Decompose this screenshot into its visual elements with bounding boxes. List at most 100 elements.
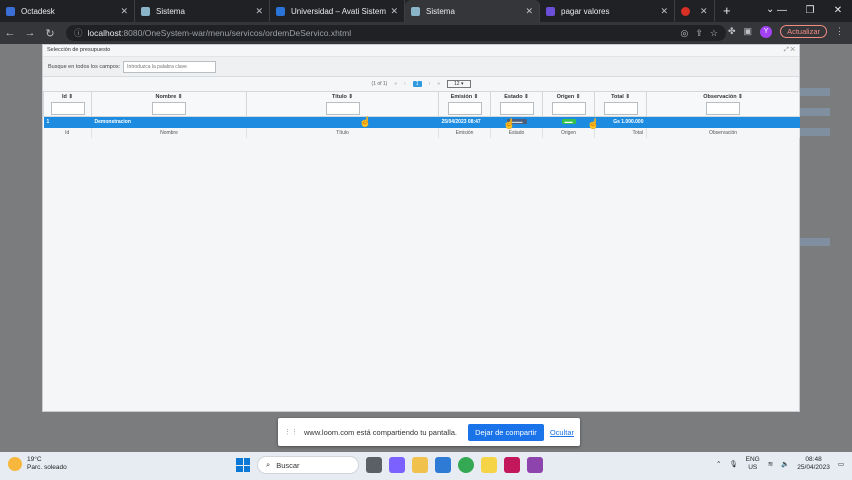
column-observacion[interactable]: Observación ⇕: [646, 91, 800, 117]
windows-start-icon[interactable]: [236, 458, 250, 472]
paginator: (1 of 1) « ‹ 1 › » 12 ▾: [43, 78, 799, 90]
chevron-up-icon[interactable]: ⌃: [716, 460, 721, 468]
sticky-notes-icon[interactable]: [481, 457, 497, 473]
tab-universidad[interactable]: Universidad – Avati Sistemas ✕: [270, 0, 405, 22]
column-id[interactable]: Id ⇕: [43, 91, 92, 117]
tab-recording[interactable]: ✕: [675, 0, 715, 22]
column-titulo[interactable]: Título ⇕: [246, 91, 439, 117]
close-icon[interactable]: ✕: [255, 6, 263, 17]
volume-icon[interactable]: 🔈: [781, 460, 789, 468]
update-button[interactable]: Actualizar: [780, 25, 827, 38]
cell-observacion: [646, 116, 800, 128]
store-icon[interactable]: [435, 457, 451, 473]
app-icon[interactable]: [504, 457, 520, 473]
rows-per-page-select[interactable]: 12 ▾: [447, 80, 471, 88]
stop-sharing-button[interactable]: Dejar de compartir: [468, 423, 544, 441]
language-region: US: [748, 464, 758, 471]
tab-strip: Octadesk ✕ Sistema ✕ Universidad – Avati…: [0, 0, 852, 22]
new-tab-button[interactable]: +: [715, 0, 739, 22]
tab-sistema-active[interactable]: Sistema ✕: [405, 0, 540, 22]
footer-titulo: Título: [246, 127, 439, 138]
column-nombre[interactable]: Nombre ⇕: [91, 91, 247, 117]
back-icon[interactable]: ←: [0, 27, 20, 39]
column-estado[interactable]: Estado ⇕: [490, 91, 543, 117]
page-icon: [411, 6, 420, 16]
language-indicator[interactable]: ENG US: [746, 456, 760, 472]
column-origen[interactable]: Origen ⇕: [542, 91, 595, 117]
wifi-icon[interactable]: ≋: [768, 460, 773, 468]
origen-filter-input[interactable]: [551, 102, 586, 115]
close-icon[interactable]: ✕: [700, 6, 708, 17]
estado-filter-input[interactable]: [499, 102, 534, 115]
tab-octadesk[interactable]: Octadesk ✕: [0, 0, 135, 22]
tab-sistema[interactable]: Sistema ✕: [135, 0, 270, 22]
total-filter-input[interactable]: [603, 102, 638, 115]
maximize-icon[interactable]: ❐: [796, 0, 824, 22]
tab-label: pagar valores: [561, 6, 610, 16]
page-1-button[interactable]: 1: [412, 81, 422, 87]
maximize-icon[interactable]: ⤢: [784, 47, 789, 53]
search-input[interactable]: [123, 60, 217, 73]
emision-filter-input[interactable]: [447, 102, 482, 115]
bookmark-star-icon[interactable]: ☆: [710, 25, 718, 41]
forward-icon[interactable]: →: [20, 27, 40, 39]
microphone-icon[interactable]: 🎙: [729, 460, 737, 468]
google-lens-icon[interactable]: ◎: [681, 25, 689, 41]
close-icon[interactable]: ✕: [120, 6, 128, 17]
system-tray: ⌃ 🎙 ENG US ≋ 🔈 08:48 25/04/2023 ▭: [716, 456, 844, 472]
column-total[interactable]: Total ⇕: [594, 91, 647, 117]
teams-icon[interactable]: [389, 457, 405, 473]
table-row[interactable]: 1 Demonstracion 25/04/2023 08:47 ▬▬▬ ▬▬ …: [43, 116, 800, 128]
minimize-icon[interactable]: —: [768, 0, 796, 22]
avatar[interactable]: Y: [760, 25, 773, 38]
close-window-icon[interactable]: ✕: [824, 0, 852, 22]
hide-button[interactable]: Ocultar: [550, 428, 574, 437]
column-label: Id ⇕: [61, 94, 74, 100]
winrar-icon[interactable]: [527, 457, 543, 473]
taskbar-search[interactable]: ⌕ Buscar: [257, 456, 359, 474]
address-bar[interactable]: ⓘ localhost :8080/OneSystem-war/menu/ser…: [66, 25, 726, 41]
clock[interactable]: 08:48 25/04/2023: [797, 456, 830, 472]
url-host: localhost: [87, 28, 122, 38]
next-page-button[interactable]: ›: [429, 81, 431, 87]
cell-nombre: Demonstracion: [91, 116, 247, 128]
reload-icon[interactable]: ↻: [40, 27, 60, 40]
column-emision[interactable]: Emisión ⇕: [438, 91, 491, 117]
pagar-icon: [546, 6, 555, 16]
sidepanel-icon[interactable]: ▣: [744, 26, 753, 37]
budget-table: Id ⇕ Nombre ⇕ Título ⇕ Emisión ⇕ Estado …: [43, 91, 800, 138]
tab-pagar-valores[interactable]: pagar valores ✕: [540, 0, 675, 22]
titulo-filter-input[interactable]: [325, 102, 360, 115]
rows-per-page-value: 12: [454, 81, 460, 87]
search-label: Busque en todos los campos:: [48, 63, 121, 70]
task-view-icon[interactable]: [366, 457, 382, 473]
file-explorer-icon[interactable]: [412, 457, 428, 473]
footer-estado: Estado: [490, 127, 543, 138]
weather-condition: Parc. soleado: [27, 464, 67, 471]
close-icon[interactable]: ✕: [525, 6, 533, 17]
clock-date: 25/04/2023: [797, 464, 830, 471]
share-icon[interactable]: ⇪: [695, 25, 703, 41]
close-icon[interactable]: ✕: [390, 6, 398, 17]
last-page-button[interactable]: »: [437, 81, 440, 87]
extensions-icon[interactable]: ✤: [728, 26, 736, 37]
weather-widget[interactable]: 19°C Parc. soleado: [8, 456, 67, 472]
info-icon[interactable]: ⓘ: [74, 27, 83, 39]
observacion-filter-input[interactable]: [706, 102, 740, 115]
chrome-icon[interactable]: [458, 457, 474, 473]
column-label: Título ⇕: [331, 94, 354, 100]
hand-cursor-icon: ☝: [503, 119, 516, 130]
nombre-filter-input[interactable]: [152, 102, 186, 115]
close-icon[interactable]: ✕: [790, 47, 795, 53]
background-stripe: [800, 238, 830, 246]
column-label: Total ⇕: [611, 94, 630, 100]
taskbar-search-label: Buscar: [276, 460, 300, 470]
more-menu-icon[interactable]: ⋮: [835, 26, 844, 37]
close-icon[interactable]: ✕: [660, 6, 668, 17]
first-page-button[interactable]: «: [394, 81, 397, 87]
tab-label: Universidad – Avati Sistemas: [291, 6, 387, 16]
drag-handle-icon[interactable]: ⋮⋮: [284, 428, 298, 436]
prev-page-button[interactable]: ‹: [404, 81, 406, 87]
notification-icon[interactable]: ▭: [838, 460, 844, 468]
id-filter-input[interactable]: [50, 102, 85, 115]
